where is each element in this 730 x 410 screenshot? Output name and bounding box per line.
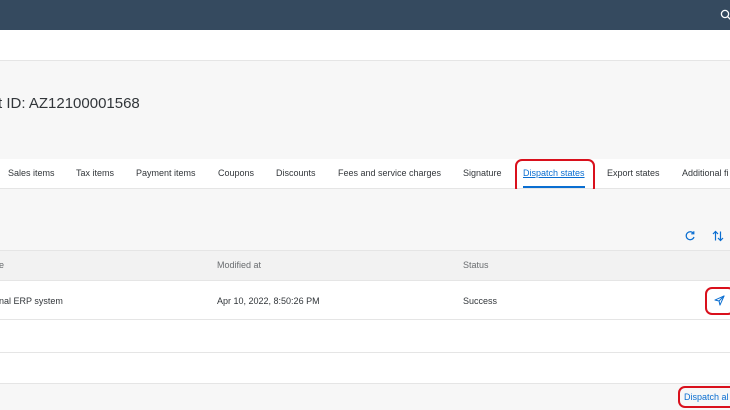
tab-sales-items[interactable]: Sales items — [8, 159, 55, 188]
table-row[interactable]: nal ERP system Apr 10, 2022, 8:50:26 PM … — [0, 281, 730, 320]
table-header: e Modified at Status — [0, 250, 730, 281]
tab-tax-items[interactable]: Tax items — [76, 159, 114, 188]
column-header-name[interactable]: e — [0, 251, 4, 280]
tab-payment-items[interactable]: Payment items — [136, 159, 196, 188]
table-row-empty — [0, 320, 730, 353]
column-header-modified-at[interactable]: Modified at — [217, 251, 261, 280]
tab-additional-fields[interactable]: Additional fi — [682, 159, 729, 188]
cell-modified-at: Apr 10, 2022, 8:50:26 PM — [217, 296, 320, 306]
object-header: t ID: AZ12100001568 — [0, 61, 730, 159]
search-icon[interactable] — [720, 9, 730, 21]
tab-export-states[interactable]: Export states — [607, 159, 660, 188]
tab-signature[interactable]: Signature — [463, 159, 502, 188]
tab-coupons[interactable]: Coupons — [218, 159, 254, 188]
send-highlight-callout — [705, 287, 730, 315]
tab-bar: Sales items Tax items Payment items Coup… — [0, 159, 730, 189]
tab-fees-and-service-charges[interactable]: Fees and service charges — [338, 159, 441, 188]
dispatch-highlight-callout — [678, 386, 730, 408]
refresh-icon[interactable] — [684, 230, 696, 242]
tab-discounts[interactable]: Discounts — [276, 159, 316, 188]
sub-header — [0, 30, 730, 61]
column-header-status[interactable]: Status — [463, 251, 489, 280]
page-title: t ID: AZ12100001568 — [0, 95, 140, 112]
table-row-empty — [0, 353, 730, 384]
sort-icon[interactable] — [712, 230, 724, 242]
cell-name: nal ERP system — [0, 296, 63, 306]
shell-bar — [0, 0, 730, 30]
cell-status: Success — [463, 296, 498, 306]
